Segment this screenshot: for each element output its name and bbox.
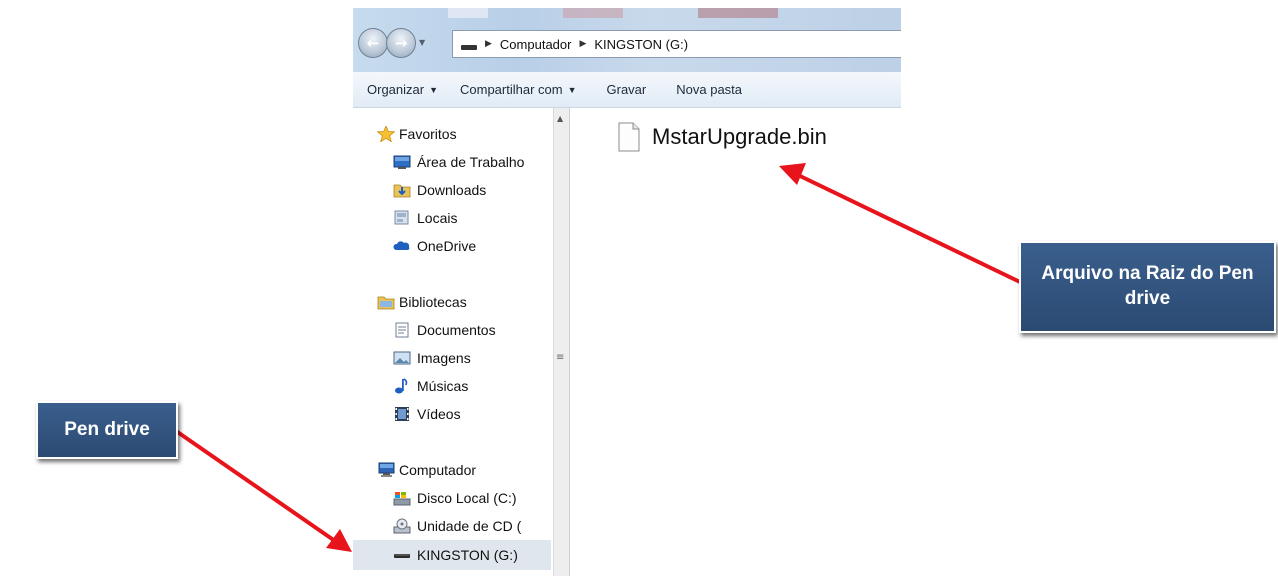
arrow-to-pen-drive xyxy=(174,429,337,543)
arrow-to-file xyxy=(797,173,1021,284)
arrowhead-pen-drive xyxy=(326,529,352,552)
arrowhead-file xyxy=(779,163,806,185)
callout-pen-drive: Pen drive xyxy=(36,401,178,459)
callout-file-at-root: Arquivo na Raiz do Pen drive xyxy=(1019,241,1276,333)
